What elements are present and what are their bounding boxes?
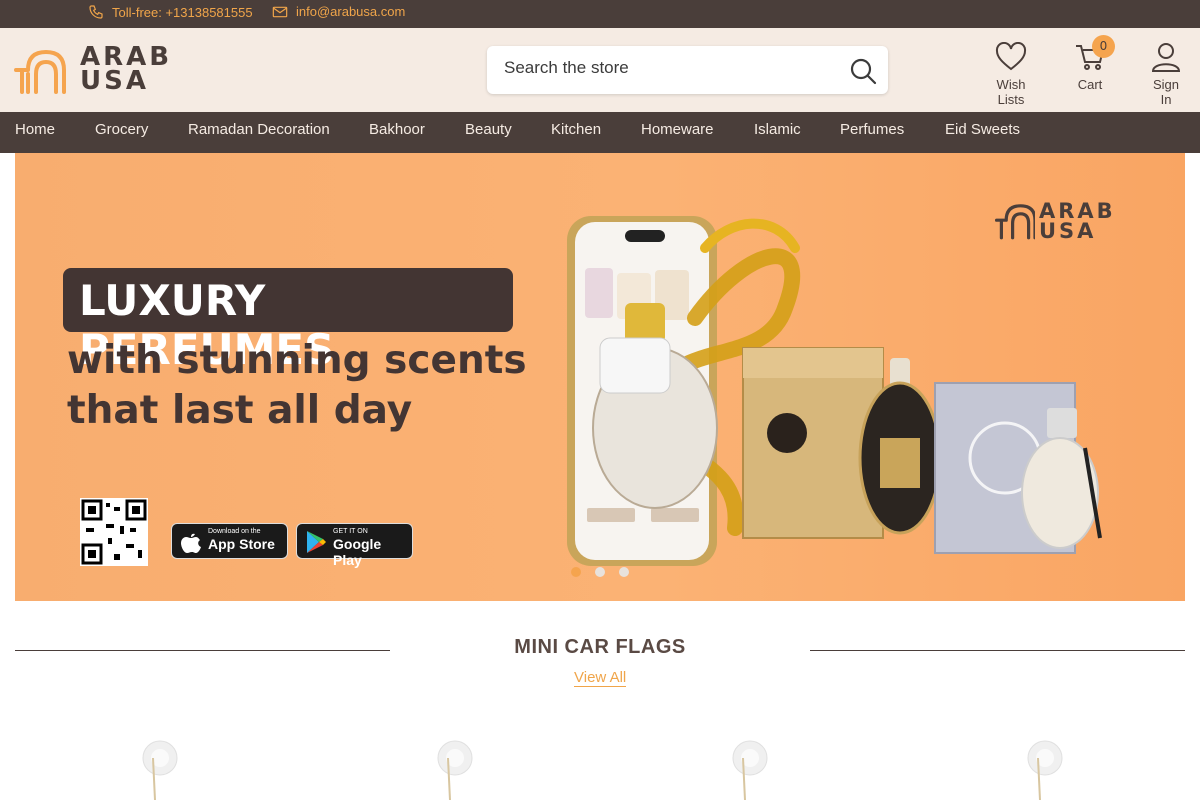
top-bar: Toll-free: +13138581555 info@arabusa.com: [0, 0, 1200, 28]
sign-in-label: Sign In: [1152, 77, 1180, 107]
main-nav: Home Grocery Ramadan Decoration Bakhoor …: [0, 112, 1200, 153]
user-icon: [1151, 43, 1181, 72]
google-play-small-text: GET IT ON: [333, 528, 368, 535]
search-input[interactable]: [504, 58, 834, 78]
hero-banner[interactable]: LUXURY PERFUMES with stunning scents tha…: [15, 153, 1185, 601]
app-store-big-text: App Store: [208, 536, 275, 552]
site-header: ARAB USA Wish Lists Cart Sign In: [0, 28, 1200, 112]
section-divider-left: [15, 650, 390, 651]
section-divider-right: [810, 650, 1185, 651]
nav-item-kitchen[interactable]: Kitchen: [551, 112, 601, 153]
nav-item-islamic[interactable]: Islamic: [754, 112, 801, 153]
search-button[interactable]: [848, 56, 878, 86]
banner-headline-box: LUXURY PERFUMES: [63, 268, 513, 374]
mail-icon: [272, 6, 288, 17]
carousel-dot-1[interactable]: [571, 567, 581, 577]
nav-item-grocery[interactable]: Grocery: [95, 112, 148, 153]
phone-text: Toll-free: +13138581555: [112, 4, 253, 20]
app-store-small-text: Download on the: [208, 528, 261, 535]
carousel-dot-2[interactable]: [595, 567, 605, 577]
nav-item-homeware[interactable]: Homeware: [641, 112, 714, 153]
cart-count-badge: 0: [1092, 35, 1115, 58]
view-all-link[interactable]: View All: [574, 669, 627, 687]
email-link[interactable]: info@arabusa.com: [272, 4, 405, 19]
google-play-big-text: Google Play: [333, 536, 382, 568]
banner-subline-2: that last all day: [67, 388, 413, 433]
wishlist-label: Wish Lists: [996, 77, 1026, 107]
apple-icon: [181, 533, 201, 553]
wishlist-button[interactable]: Wish Lists: [982, 41, 1040, 107]
product-thumbnail[interactable]: [1025, 740, 1065, 800]
nav-item-eid-sweets[interactable]: Eid Sweets: [945, 112, 1020, 153]
site-logo[interactable]: ARAB USA: [14, 42, 180, 96]
product-thumbnail[interactable]: [140, 740, 180, 800]
email-text: info@arabusa.com: [296, 4, 406, 19]
banner-subline-1: with stunning scents: [67, 338, 527, 383]
search-icon: [850, 58, 877, 85]
app-store-button[interactable]: Download on the App Store: [171, 523, 288, 559]
carousel-dot-3[interactable]: [619, 567, 629, 577]
product-thumbnail[interactable]: [730, 740, 770, 800]
search-box: [487, 46, 888, 94]
logo-text-usa: USA: [80, 66, 149, 96]
carousel-dots: [571, 567, 629, 577]
nav-item-home[interactable]: Home: [15, 112, 55, 153]
nav-item-beauty[interactable]: Beauty: [465, 112, 512, 153]
phone-link[interactable]: Toll-free: +13138581555: [88, 4, 253, 20]
phone-icon: [89, 5, 103, 19]
product-thumbnail[interactable]: [435, 740, 475, 800]
google-play-icon: [307, 531, 326, 553]
google-play-button[interactable]: GET IT ON Google Play: [296, 523, 413, 568]
sign-in-button[interactable]: Sign In: [1146, 42, 1186, 107]
perfume-product-illustration: [567, 216, 1102, 566]
heart-icon: [995, 41, 1027, 71]
section-title: MINI CAR FLAGS: [514, 636, 686, 658]
nav-item-perfumes[interactable]: Perfumes: [840, 112, 904, 153]
cart-label: Cart: [1077, 77, 1103, 92]
nav-item-bakhoor[interactable]: Bakhoor: [369, 112, 425, 153]
qr-code-icon: [80, 498, 148, 566]
nav-item-ramadan-decoration[interactable]: Ramadan Decoration: [188, 112, 330, 153]
